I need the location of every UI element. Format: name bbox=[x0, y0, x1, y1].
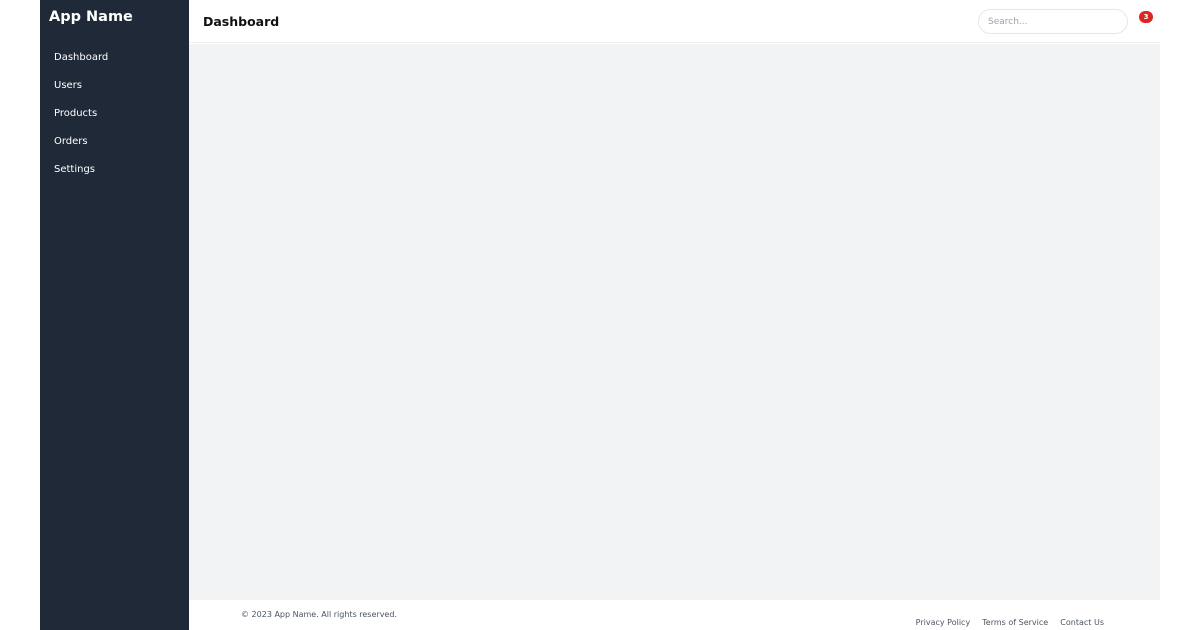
sidebar: App Name Dashboard Users Products Orders… bbox=[40, 0, 189, 630]
footer-links: Privacy Policy Terms of Service Contact … bbox=[909, 610, 1104, 629]
sidebar-item-orders[interactable]: Orders bbox=[40, 128, 189, 156]
footer-link-contact[interactable]: Contact Us bbox=[1060, 618, 1104, 627]
app-shell: App Name Dashboard Users Products Orders… bbox=[40, 0, 1160, 630]
page-title: Dashboard bbox=[203, 14, 280, 29]
main-area: Dashboard 3 © 2023 App Name. All rights … bbox=[189, 0, 1160, 630]
app-name: App Name bbox=[49, 9, 133, 25]
copyright-text: © 2023 App Name. All rights reserved. bbox=[241, 610, 397, 619]
sidebar-item-users[interactable]: Users bbox=[40, 72, 189, 100]
sidebar-item-products[interactable]: Products bbox=[40, 100, 189, 128]
notification-badge[interactable]: 3 bbox=[1139, 11, 1153, 23]
footer-link-privacy[interactable]: Privacy Policy bbox=[916, 618, 971, 627]
sidebar-item-settings[interactable]: Settings bbox=[40, 156, 189, 184]
sidebar-nav: Dashboard Users Products Orders Settings bbox=[40, 44, 189, 184]
top-header: Dashboard 3 bbox=[189, 0, 1160, 43]
search-input[interactable] bbox=[978, 9, 1128, 34]
footer: © 2023 App Name. All rights reserved. Pr… bbox=[189, 600, 1160, 630]
footer-link-terms[interactable]: Terms of Service bbox=[982, 618, 1048, 627]
sidebar-item-dashboard[interactable]: Dashboard bbox=[40, 44, 189, 72]
content-area bbox=[189, 44, 1160, 600]
